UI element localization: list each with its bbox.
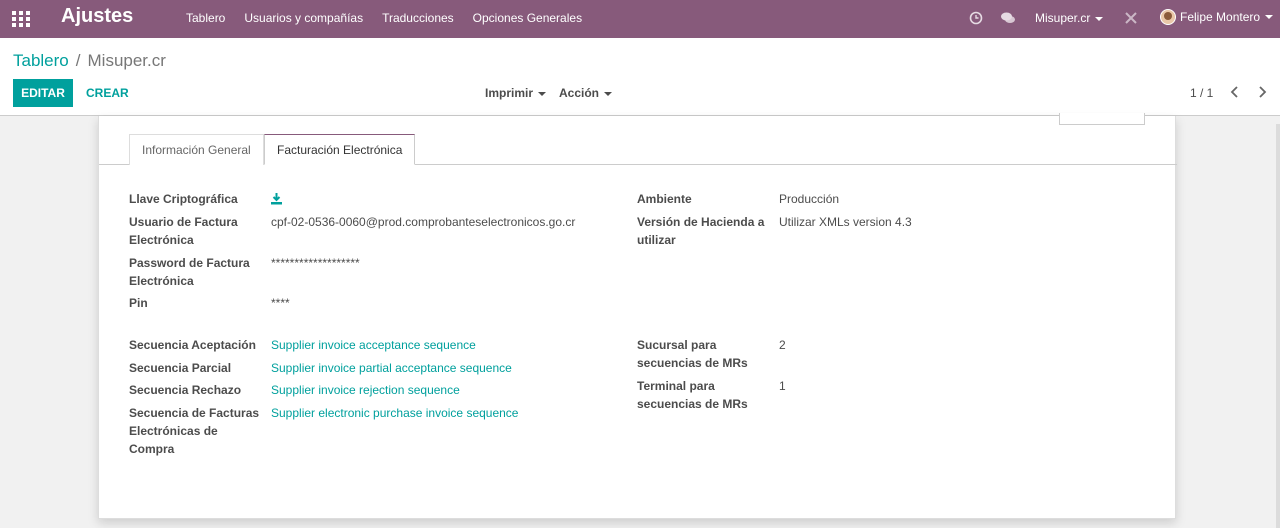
chevron-down-icon xyxy=(1095,16,1104,21)
create-button[interactable]: CREAR xyxy=(86,86,129,100)
chat-icon[interactable] xyxy=(999,9,1017,27)
action-dropdown[interactable]: Acción xyxy=(559,86,613,100)
seq-compra-label-line-3: Compra xyxy=(129,442,175,456)
seq-aceptacion-link[interactable]: Supplier invoice acceptance sequence xyxy=(271,336,476,354)
app-title: Ajustes xyxy=(61,5,134,27)
chevron-down-icon xyxy=(538,91,547,96)
tools-icon[interactable] xyxy=(1122,9,1140,27)
seq-parcial-link[interactable]: Supplier invoice partial acceptance sequ… xyxy=(271,359,512,377)
pin-value: **** xyxy=(271,296,290,310)
seq-compra-label-line-2: Electrónicas de xyxy=(129,424,218,438)
user-menu[interactable]: Felipe Montero xyxy=(1160,9,1274,25)
ambiente-value: Producción xyxy=(779,192,840,206)
seq-aceptacion-label: Secuencia Aceptación xyxy=(129,338,256,352)
chevron-left-icon[interactable] xyxy=(1229,85,1241,99)
version-value: Utilizar XMLs version 4.3 xyxy=(779,215,912,229)
download-icon[interactable] xyxy=(270,192,283,205)
password-label-line-1: Password de Factura xyxy=(129,256,250,270)
terminal-label-line-2: secuencias de MRs xyxy=(637,397,748,411)
scrollbar[interactable] xyxy=(1276,124,1280,528)
usuario-label-line-1: Usuario de Factura xyxy=(129,215,238,229)
breadcrumb-parent[interactable]: Tablero xyxy=(13,51,69,71)
control-panel: Tablero / Misuper.cr EDITAR CREAR Imprim… xyxy=(0,38,1280,116)
apps-grid-icon[interactable] xyxy=(12,10,30,28)
top-menu: Tablero Usuarios y compañías Traduccione… xyxy=(186,11,582,25)
notebook-tabs: Información General Facturación Electrón… xyxy=(99,134,1177,165)
password-value: ******************* xyxy=(271,256,360,270)
menu-item-opciones[interactable]: Opciones Generales xyxy=(473,11,582,25)
menu-item-traducciones[interactable]: Traducciones xyxy=(382,11,454,25)
seq-rechazo-label: Secuencia Rechazo xyxy=(129,383,242,397)
breadcrumb-current: Misuper.cr xyxy=(87,51,166,70)
llave-label: Llave Criptográfica xyxy=(129,192,238,206)
menu-item-usuarios[interactable]: Usuarios y compañías xyxy=(244,11,363,25)
clock-icon[interactable] xyxy=(967,9,985,27)
sucursal-value: 2 xyxy=(779,338,786,352)
terminal-value: 1 xyxy=(779,379,786,393)
sucursal-label-line-2: secuencias de MRs xyxy=(637,356,748,370)
breadcrumb-separator: / xyxy=(75,51,81,70)
company-name: Misuper.cr xyxy=(1035,11,1091,25)
sucursal-label-line-1: Sucursal para xyxy=(637,338,717,352)
pin-label: Pin xyxy=(129,296,148,310)
version-label-line-2: utilizar xyxy=(637,233,676,247)
company-switcher[interactable]: Misuper.cr xyxy=(1035,11,1104,25)
action-dropdown-label: Acción xyxy=(559,86,600,100)
version-label-line-1: Versión de Hacienda a xyxy=(637,215,765,229)
password-label-line-2: Electrónica xyxy=(129,274,194,288)
tab-informacion-general[interactable]: Información General xyxy=(129,134,264,165)
seq-parcial-label: Secuencia Parcial xyxy=(129,361,232,375)
print-dropdown-label: Imprimir xyxy=(485,86,534,100)
menu-item-tablero[interactable]: Tablero xyxy=(186,11,225,25)
terminal-label-line-1: Terminal para xyxy=(637,379,715,393)
ambiente-label: Ambiente xyxy=(637,192,692,206)
chevron-down-icon xyxy=(1265,15,1274,19)
seq-compra-label-line-1: Secuencia de Facturas xyxy=(129,406,260,420)
print-dropdown[interactable]: Imprimir xyxy=(485,86,547,100)
main-navbar: Ajustes Tablero Usuarios y compañías Tra… xyxy=(0,0,1280,38)
seq-rechazo-link[interactable]: Supplier invoice rejection sequence xyxy=(271,381,460,399)
usuario-label-line-2: Electrónica xyxy=(129,233,194,247)
edit-button[interactable]: EDITAR xyxy=(13,79,73,107)
user-name: Felipe Montero xyxy=(1180,10,1261,24)
seq-compra-link[interactable]: Supplier electronic purchase invoice seq… xyxy=(271,404,518,422)
smart-button[interactable] xyxy=(1059,113,1145,125)
chevron-down-icon xyxy=(604,91,613,96)
chevron-right-icon[interactable] xyxy=(1256,85,1268,99)
tab-facturacion-electronica[interactable]: Facturación Electrónica xyxy=(264,134,416,165)
avatar xyxy=(1160,9,1176,25)
usuario-value: cpf-02-0536-0060@prod.comprobanteselectr… xyxy=(271,215,576,229)
form-sheet: Información General Facturación Electrón… xyxy=(98,113,1177,519)
breadcrumb: Tablero / Misuper.cr xyxy=(13,51,166,71)
pager-value[interactable]: 1 / 1 xyxy=(1190,86,1213,100)
